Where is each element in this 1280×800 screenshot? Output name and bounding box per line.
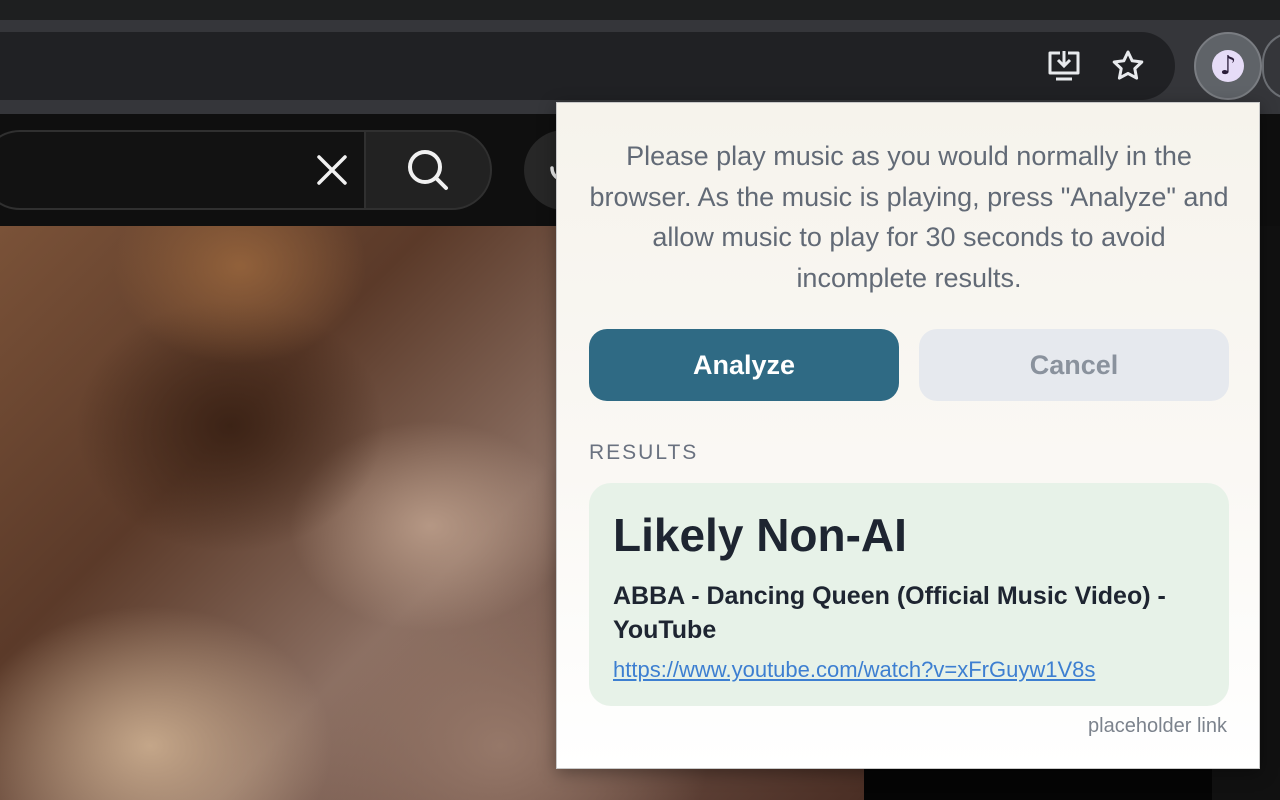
placeholder-link[interactable]: placeholder link [1088, 715, 1227, 738]
search-icon[interactable] [364, 130, 492, 210]
browser-tab-strip [0, 0, 1280, 20]
close-icon[interactable] [302, 140, 362, 200]
bookmark-star-icon[interactable] [1104, 42, 1152, 90]
results-heading: RESULTS [589, 441, 699, 464]
instructions-text: Please play music as you would normally … [589, 141, 1229, 293]
install-app-icon[interactable] [1040, 42, 1088, 90]
extension-popup: Please play music as you would normally … [556, 102, 1260, 769]
analyze-button[interactable]: Analyze [589, 329, 899, 401]
cancel-button[interactable]: Cancel [919, 329, 1229, 401]
music-note-icon: ♪ [1212, 50, 1244, 82]
screen: ♪ Please play music as you would normall… [0, 0, 1280, 800]
song-title: ABBA - Dancing Queen (Official Music Vid… [613, 582, 1166, 644]
result-card: Likely Non-AI ABBA - Dancing Queen (Offi… [589, 483, 1229, 706]
verdict-text: Likely Non-AI [613, 509, 907, 561]
address-bar[interactable] [0, 32, 1175, 100]
song-url-link[interactable]: https://www.youtube.com/watch?v=xFrGuyw1… [613, 657, 1095, 683]
music-extension-button[interactable]: ♪ [1194, 32, 1262, 100]
